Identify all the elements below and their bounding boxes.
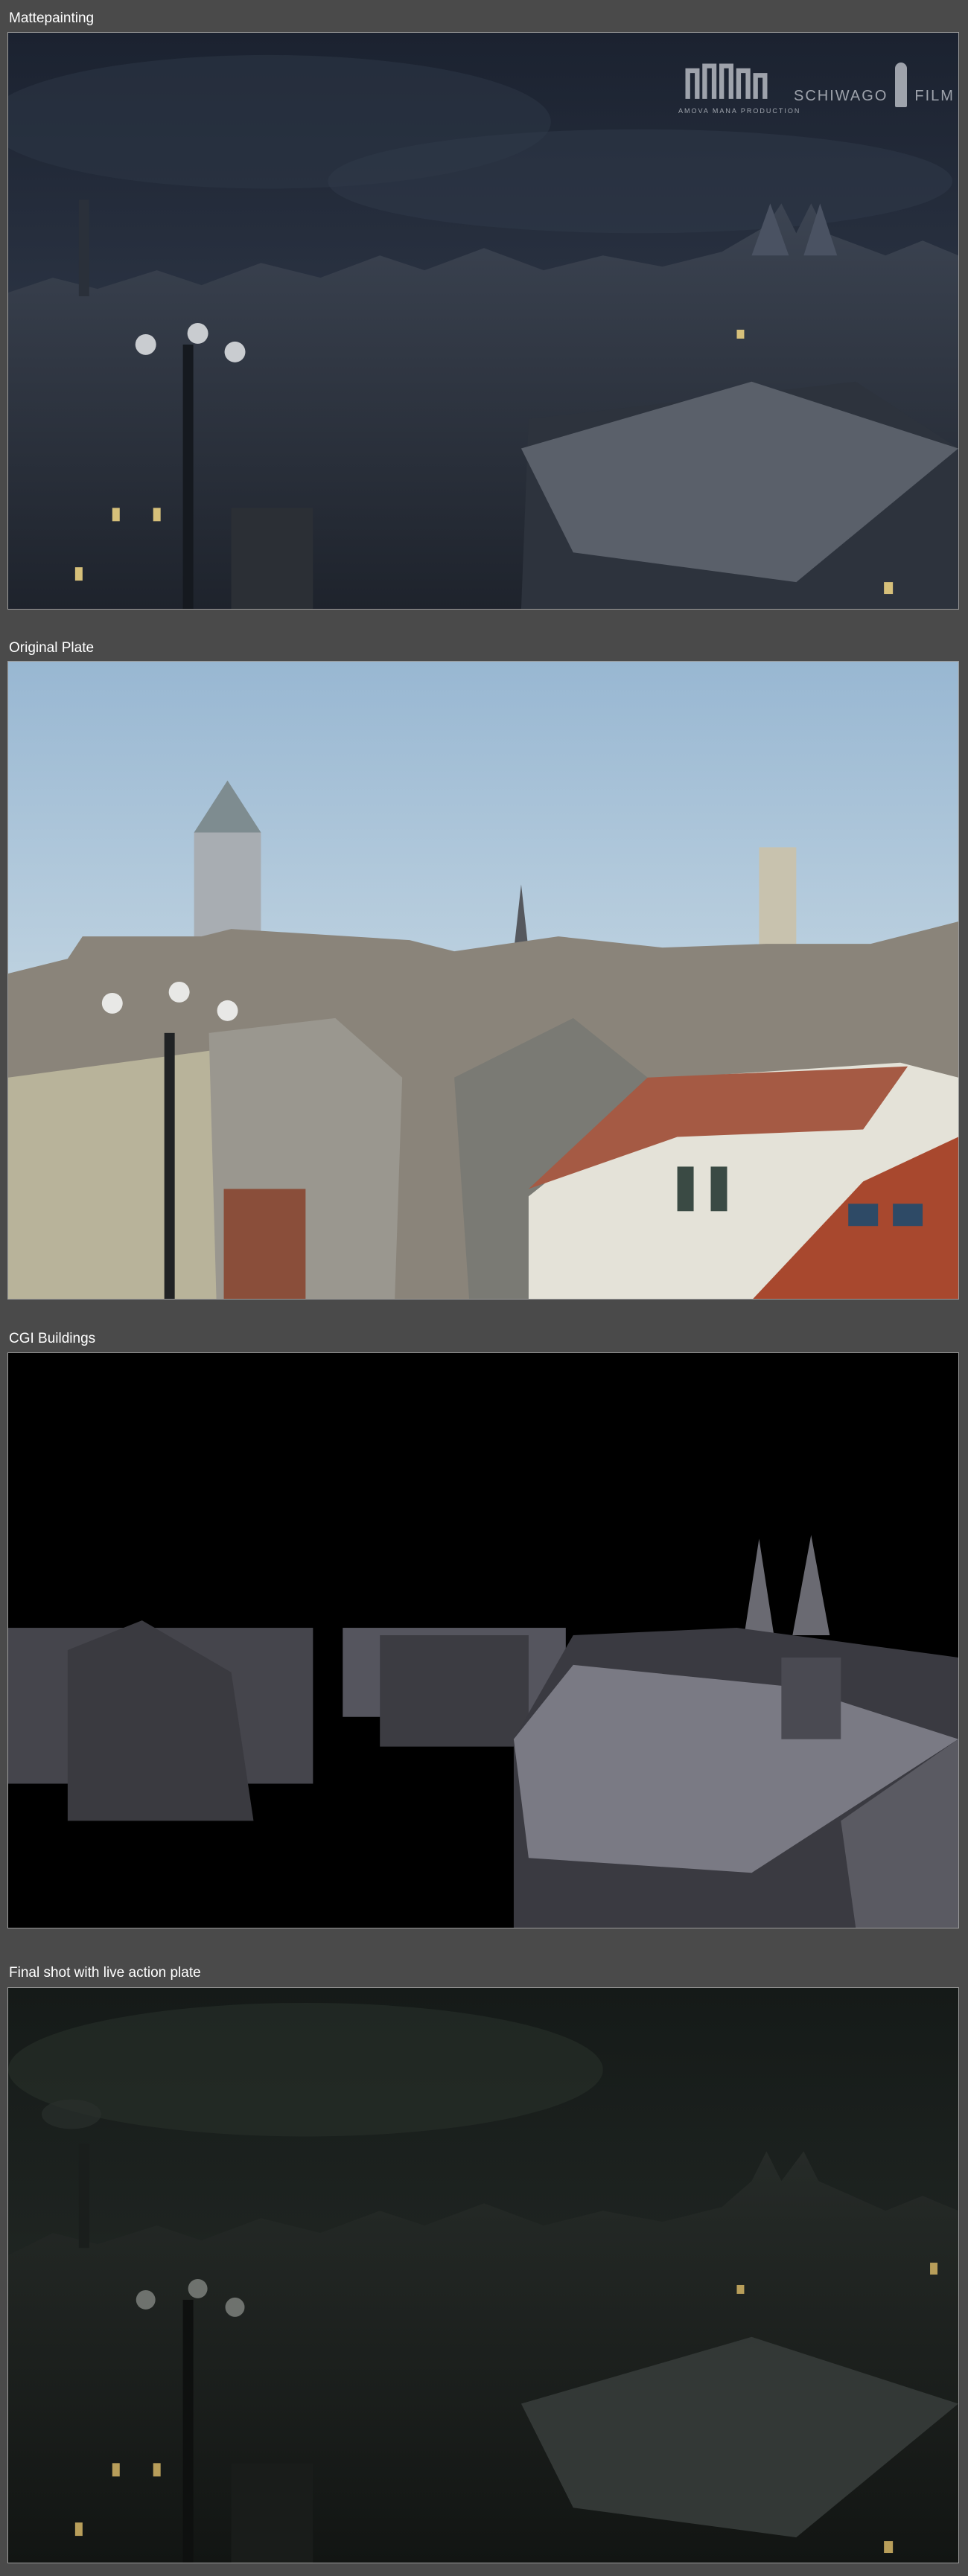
panel-label-mattepainting: Mattepainting: [9, 10, 95, 26]
panel-label-final-shot: Final shot with live action plate: [9, 1965, 201, 1981]
panel-label-cgi-buildings: CGI Buildings: [9, 1331, 96, 1346]
amova-mana-logo: AMOVA MANA PRODUCTION: [678, 57, 800, 115]
mattepainting-image: AMOVA MANA PRODUCTION SCHIWAGO FILM: [7, 32, 959, 610]
figure-icon: [895, 63, 908, 107]
original-plate-image: [7, 661, 959, 1300]
schiwago-film-logo: SCHIWAGO FILM: [794, 63, 955, 107]
panel-label-original-plate: Original Plate: [9, 640, 95, 656]
final-shot-image: [7, 1987, 959, 2563]
cgi-buildings-image: [7, 1352, 959, 1928]
